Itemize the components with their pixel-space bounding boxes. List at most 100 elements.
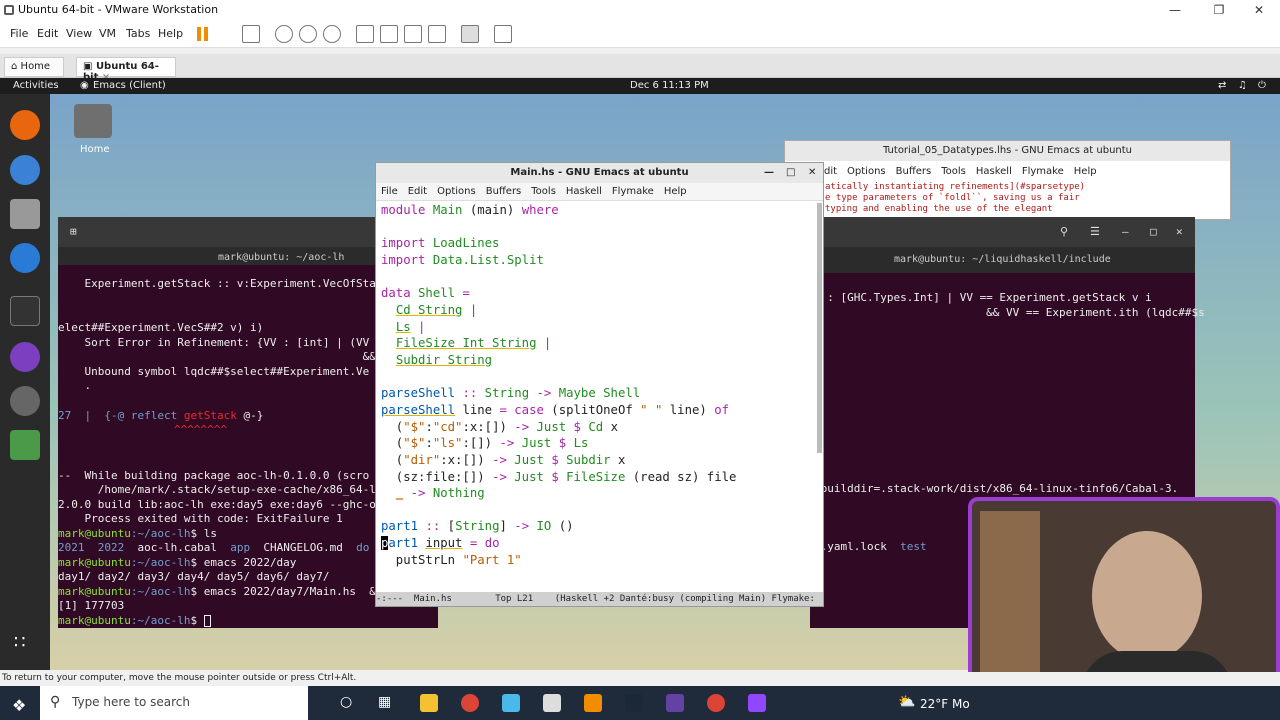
- hamburger-menu-icon[interactable]: ☰: [1090, 225, 1100, 238]
- task-view-icon[interactable]: ▦: [378, 694, 391, 710]
- firefox-icon[interactable]: [10, 110, 40, 140]
- discord-icon[interactable]: [666, 694, 684, 712]
- twitch-icon[interactable]: [748, 694, 766, 712]
- file-explorer-icon[interactable]: [420, 694, 438, 712]
- taskbar-search[interactable]: ⚲ Type here to search: [40, 686, 308, 720]
- tab-ubuntu[interactable]: ▣ Ubuntu 64-bit ×: [76, 57, 176, 83]
- cursor: [203, 615, 211, 627]
- menu-edit[interactable]: Edit: [408, 186, 427, 197]
- menu-item[interactable]: Haskell: [976, 166, 1012, 177]
- console-icon[interactable]: [461, 25, 479, 43]
- menu-vm[interactable]: VM: [99, 27, 116, 40]
- cortana-icon[interactable]: ○: [340, 694, 352, 710]
- emacs-main-titlebar: Main.hs - GNU Emacs at ubuntu — □ ✕: [376, 163, 823, 183]
- vmware-taskbar-icon[interactable]: [584, 694, 602, 712]
- term-line: -- While building package aoc-lh-0.1.0.0…: [58, 469, 370, 482]
- emacs-tutorial-window[interactable]: Tutorial_05_Datatypes.lhs - GNU Emacs at…: [784, 140, 1231, 220]
- menu-haskell[interactable]: Haskell: [566, 186, 602, 197]
- menu-options[interactable]: Options: [437, 186, 476, 197]
- app-icon[interactable]: [502, 694, 520, 712]
- close-icon[interactable]: ✕: [808, 163, 816, 183]
- trash-icon[interactable]: [10, 430, 40, 460]
- scrollbar[interactable]: [817, 203, 822, 453]
- show-apps-icon[interactable]: ∷: [14, 632, 25, 653]
- term-line: && VV == Experiment.ith (lqdc##$s: [814, 306, 1205, 319]
- menu-item[interactable]: dit: [824, 166, 837, 177]
- weather-text[interactable]: 22°F Mo: [920, 697, 970, 711]
- clock[interactable]: Dec 6 11:13 PM: [630, 80, 709, 91]
- menu-item[interactable]: Flymake: [1022, 166, 1064, 177]
- files-icon[interactable]: [10, 199, 40, 229]
- windows-start-icon[interactable]: ❖: [12, 696, 26, 715]
- command: $ ls: [190, 527, 217, 540]
- ls-entry: 2021: [58, 541, 85, 554]
- ls-entry: app: [230, 541, 251, 554]
- close-icon[interactable]: ✕: [1176, 225, 1183, 238]
- gnome-topbar: Activities ◉ Emacs (Client) Dec 6 11:13 …: [0, 78, 1280, 94]
- menu-edit[interactable]: Edit: [37, 27, 58, 40]
- menu-item[interactable]: Buffers: [896, 166, 932, 177]
- minimize-icon[interactable]: —: [1160, 2, 1190, 18]
- software-updater-icon[interactable]: [10, 386, 40, 416]
- search-placeholder: Type here to search: [72, 695, 190, 709]
- menu-item[interactable]: Options: [847, 166, 886, 177]
- terminal-icon[interactable]: [10, 296, 40, 326]
- menu-file[interactable]: File: [10, 27, 28, 40]
- weather-icon[interactable]: ⛅: [898, 694, 915, 710]
- maximize-icon[interactable]: ❐: [1204, 2, 1234, 18]
- volume-icon[interactable]: ♫: [1238, 80, 1247, 91]
- pause-icon[interactable]: [197, 27, 201, 41]
- steam-icon[interactable]: [625, 694, 643, 712]
- network-icon[interactable]: ⇄: [1218, 80, 1226, 91]
- close-icon[interactable]: ✕: [1244, 2, 1274, 18]
- menu-help[interactable]: Help: [158, 27, 183, 40]
- active-app-label[interactable]: Emacs (Client): [93, 80, 166, 91]
- prompt-path: :~/aoc-lh: [130, 556, 191, 569]
- power-icon[interactable]: ⏻: [1258, 80, 1266, 91]
- snapshot-icon[interactable]: [275, 25, 293, 43]
- notepad-icon[interactable]: [543, 694, 561, 712]
- new-tab-icon[interactable]: ⊞: [70, 225, 77, 238]
- menu-flymake[interactable]: Flymake: [612, 186, 654, 197]
- menu-item[interactable]: Tools: [941, 166, 966, 177]
- ls-entry: CHANGELOG.md: [263, 541, 343, 554]
- snapshot-manager-icon[interactable]: [323, 25, 341, 43]
- menu-tabs[interactable]: Tabs: [126, 27, 150, 40]
- help-icon[interactable]: [10, 243, 40, 273]
- menu-file[interactable]: File: [381, 186, 398, 197]
- term-line: &&: [58, 350, 376, 363]
- fullscreen-icon[interactable]: [404, 25, 422, 43]
- activities-button[interactable]: Activities: [13, 80, 59, 91]
- vmware-menubar: File Edit View VM Tabs Help: [0, 20, 1280, 48]
- menu-buffers[interactable]: Buffers: [486, 186, 522, 197]
- thunderbird-icon[interactable]: [10, 155, 40, 185]
- code-line: part1 :: [String] -> IO (): [381, 519, 574, 533]
- code-line: part1 input = do: [381, 536, 500, 550]
- menu-item[interactable]: Help: [1074, 166, 1097, 177]
- prompt-user: mark@ubuntu: [58, 585, 131, 598]
- chrome-icon-2[interactable]: [707, 694, 725, 712]
- menu-tools[interactable]: Tools: [531, 186, 556, 197]
- menu-help[interactable]: Help: [664, 186, 687, 197]
- menu-view[interactable]: View: [66, 27, 92, 40]
- prompt-path: :~/aoc-lh: [130, 585, 191, 598]
- tab-home[interactable]: ⌂ Home: [4, 57, 64, 77]
- library-icon[interactable]: [356, 25, 374, 43]
- thumbnail-icon[interactable]: [380, 25, 398, 43]
- term-line-27-fn: getStack: [183, 409, 237, 422]
- code-line: parseShell :: String -> Maybe Shell: [381, 386, 641, 400]
- minimize-icon[interactable]: —: [764, 163, 774, 183]
- revert-snapshot-icon[interactable]: [299, 25, 317, 43]
- search-icon[interactable]: ⚲: [1060, 225, 1068, 238]
- home-folder-icon[interactable]: [74, 104, 112, 138]
- vmware-status-text: To return to your computer, move the mou…: [2, 673, 357, 683]
- emacs-icon[interactable]: [10, 342, 40, 372]
- send-ctrl-alt-del-icon[interactable]: [242, 25, 260, 43]
- stretch-icon[interactable]: [494, 25, 512, 43]
- emacs-main-window[interactable]: Main.hs - GNU Emacs at ubuntu — □ ✕ File…: [375, 162, 824, 607]
- unity-icon[interactable]: [428, 25, 446, 43]
- maximize-icon[interactable]: □: [786, 163, 795, 183]
- minimize-icon[interactable]: —: [1122, 225, 1129, 238]
- maximize-icon[interactable]: □: [1150, 225, 1157, 238]
- chrome-icon[interactable]: [461, 694, 479, 712]
